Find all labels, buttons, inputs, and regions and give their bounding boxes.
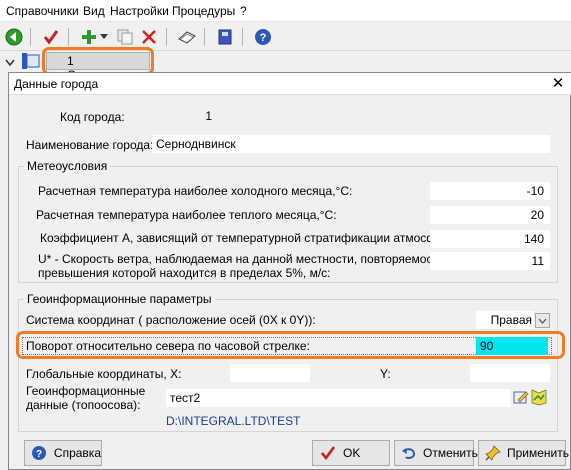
close-icon[interactable]: ✕ bbox=[550, 74, 566, 92]
menu-procedures[interactable]: Процедуры bbox=[172, 4, 235, 18]
city-code-label: Код города: bbox=[60, 110, 125, 124]
wind-speed-label-line1: U* - Скорость ветра, наблюдаемая на данн… bbox=[38, 252, 445, 266]
tree-item-highlight bbox=[42, 47, 154, 75]
geodata-field[interactable]: тест2 bbox=[166, 389, 510, 407]
apply-button-label: Применить bbox=[507, 446, 570, 460]
menu-settings[interactable]: Настройки bbox=[110, 4, 169, 18]
add-icon[interactable] bbox=[78, 26, 100, 48]
city-name-field[interactable]: Серноднвинск bbox=[152, 135, 550, 153]
edit-icon[interactable] bbox=[513, 389, 529, 405]
geodata-label-line1: Геоинформационные bbox=[26, 384, 146, 398]
wind-speed-label-line2: превышения которой находится в пределах … bbox=[38, 266, 331, 280]
rotation-highlight bbox=[16, 331, 565, 359]
geodata-path: D:\INTEGRAL.LTD\TEST bbox=[166, 414, 301, 428]
toolbar-separator bbox=[30, 28, 31, 46]
apply-button[interactable]: Применить bbox=[478, 440, 570, 466]
checkmark-icon bbox=[319, 444, 337, 462]
meteo-group-title: Метеоусловия bbox=[24, 159, 111, 173]
svg-text:?: ? bbox=[36, 449, 42, 460]
checkmark-icon[interactable] bbox=[40, 26, 62, 48]
chevron-down-icon[interactable] bbox=[535, 313, 550, 328]
help-icon[interactable]: ? bbox=[252, 26, 274, 48]
toolbar-separator bbox=[166, 28, 167, 46]
expand-chevron-icon[interactable] bbox=[5, 56, 15, 70]
global-y-field[interactable] bbox=[470, 364, 550, 382]
undo-icon bbox=[401, 444, 417, 462]
menu-view[interactable]: Вид bbox=[83, 4, 105, 18]
toolbar-separator bbox=[204, 28, 205, 46]
map-data-icon[interactable] bbox=[530, 388, 548, 406]
global-coords-label: Глобальные координаты, X: bbox=[26, 367, 182, 381]
warm-month-temp-field[interactable]: 20 bbox=[430, 206, 550, 224]
book-icon[interactable] bbox=[176, 26, 198, 48]
cold-month-temp-field[interactable]: -10 bbox=[430, 182, 550, 200]
pin-icon bbox=[485, 444, 501, 462]
coefficient-a-field[interactable]: 140 bbox=[430, 230, 550, 248]
help-button-label: Справка bbox=[53, 446, 101, 460]
cancel-button[interactable]: Отменить bbox=[394, 440, 478, 466]
geo-group-title: Геоинформационные параметры bbox=[24, 292, 215, 306]
cancel-button-label: Отменить bbox=[423, 446, 478, 460]
cold-month-temp-label: Расчетная температура наиболее холодного… bbox=[38, 184, 353, 198]
add-dropdown-icon[interactable] bbox=[98, 26, 110, 48]
warm-month-temp-label: Расчетная температура наиболее теплого м… bbox=[36, 208, 337, 222]
coord-system-select[interactable]: Правая bbox=[476, 311, 534, 329]
global-x-field[interactable] bbox=[230, 364, 310, 382]
help-button[interactable]: ? Справка bbox=[24, 440, 102, 466]
dialog-title: Данные города bbox=[14, 77, 99, 91]
menu-help[interactable]: ? bbox=[240, 4, 247, 18]
coefficient-a-label: Коэффициент А, зависящий от температурно… bbox=[40, 231, 462, 245]
help-circle-icon: ? bbox=[31, 444, 48, 462]
wind-speed-field[interactable]: 11 bbox=[430, 252, 550, 270]
toolbar-separator bbox=[68, 28, 69, 46]
coord-system-label: Система координат ( расположение осей (0… bbox=[26, 313, 316, 327]
tree-node-icon bbox=[22, 53, 40, 72]
svg-text:?: ? bbox=[260, 32, 267, 44]
city-code-field[interactable]: 1 bbox=[154, 107, 218, 125]
toolbar-separator bbox=[242, 28, 243, 46]
copy-icon[interactable] bbox=[114, 26, 136, 48]
ok-button-label: OK bbox=[343, 446, 361, 460]
menu-references[interactable]: Справочники bbox=[6, 4, 79, 18]
menu-bar: Справочники Вид Настройки Процедуры ? bbox=[0, 0, 571, 22]
global-y-label: Y: bbox=[380, 367, 391, 381]
geodata-label-line2: данные (топоосова): bbox=[26, 398, 141, 412]
city-name-label: Наименование города: bbox=[26, 138, 154, 152]
database-icon[interactable] bbox=[214, 26, 236, 48]
ok-button[interactable]: OK bbox=[312, 440, 390, 466]
delete-icon[interactable] bbox=[138, 26, 160, 48]
back-icon[interactable] bbox=[3, 26, 25, 48]
